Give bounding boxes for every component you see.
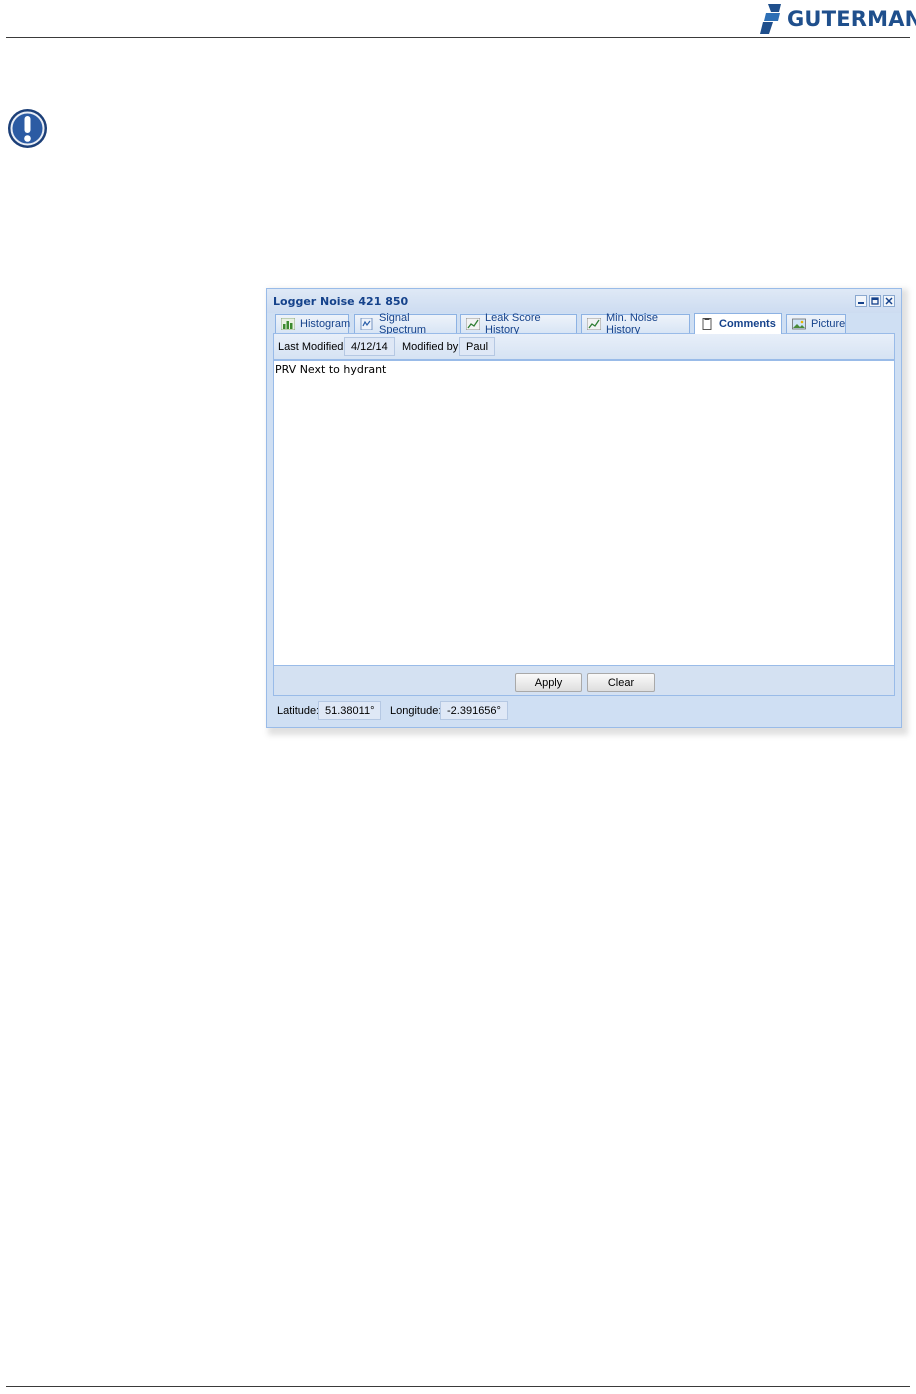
histogram-icon — [281, 318, 295, 330]
maximize-icon — [871, 297, 879, 305]
spectrum-icon — [360, 318, 373, 330]
header-divider — [6, 37, 910, 38]
note-icon — [702, 318, 712, 330]
tab-picture[interactable]: Picture — [786, 314, 846, 333]
footer-divider — [6, 1386, 910, 1387]
last-modified-value: 4/12/14 — [344, 337, 395, 356]
exclamation-circle-icon — [8, 109, 47, 148]
last-modified-label: Last Modified: — [278, 341, 347, 353]
logger-noise-window: Logger Noise 421 850 Histogram Signal Sp… — [266, 288, 902, 728]
window-tools — [855, 295, 895, 307]
tab-label: Picture — [811, 318, 846, 330]
tab-comments[interactable]: Comments — [694, 313, 782, 334]
document-header: GUTERMANN — [0, 0, 916, 40]
tab-label: Histogram — [300, 318, 351, 330]
comment-textarea[interactable]: PRV Next to hydrant — [273, 360, 895, 666]
close-button[interactable] — [883, 295, 895, 307]
tab-label: Leak Score History — [485, 312, 541, 336]
clear-button[interactable]: Clear — [587, 673, 655, 692]
close-icon — [885, 297, 893, 305]
line-chart-icon — [466, 318, 480, 330]
latitude-label: Latitude: — [277, 705, 320, 717]
coordinates-bar: Latitude: 51.38011° Longitude: -2.391656… — [273, 698, 895, 724]
longitude-label: Longitude: — [390, 705, 442, 717]
comment-info-bar: Last Modified: 4/12/14 Modified by: Paul — [273, 334, 895, 360]
minimize-icon — [858, 302, 864, 304]
window-title: Logger Noise 421 850 — [273, 295, 409, 308]
tab-signal-spectrum[interactable]: Signal Spectrum — [354, 312, 457, 336]
tab-leak-score-history[interactable]: Leak Score History — [460, 312, 577, 336]
picture-icon — [792, 318, 806, 330]
brand-name: GUTERMANN — [787, 7, 916, 31]
tab-label: Min. Noise History — [606, 312, 658, 336]
modified-by-label: Modified by: — [402, 341, 462, 353]
tab-histogram[interactable]: Histogram — [275, 314, 351, 333]
tab-strip: Histogram Signal Spectrum Leak Score His… — [273, 312, 895, 336]
maximize-button[interactable] — [869, 295, 881, 307]
tab-label: Signal Spectrum — [379, 312, 427, 336]
apply-button[interactable]: Apply — [515, 673, 582, 692]
line-chart-icon — [587, 318, 601, 330]
tab-label: Comments — [719, 318, 776, 330]
minimize-button[interactable] — [855, 295, 867, 307]
longitude-value: -2.391656° — [440, 701, 508, 720]
brand-logo: GUTERMANN — [760, 2, 916, 36]
button-bar: Apply Clear — [273, 666, 895, 696]
gutermann-logo-icon — [760, 4, 781, 34]
latitude-value: 51.38011° — [318, 701, 382, 720]
tab-min-noise-history[interactable]: Min. Noise History — [581, 312, 690, 336]
comment-text: PRV Next to hydrant — [275, 363, 387, 376]
window-title-bar[interactable]: Logger Noise 421 850 — [267, 289, 901, 313]
modified-by-value: Paul — [459, 337, 496, 356]
